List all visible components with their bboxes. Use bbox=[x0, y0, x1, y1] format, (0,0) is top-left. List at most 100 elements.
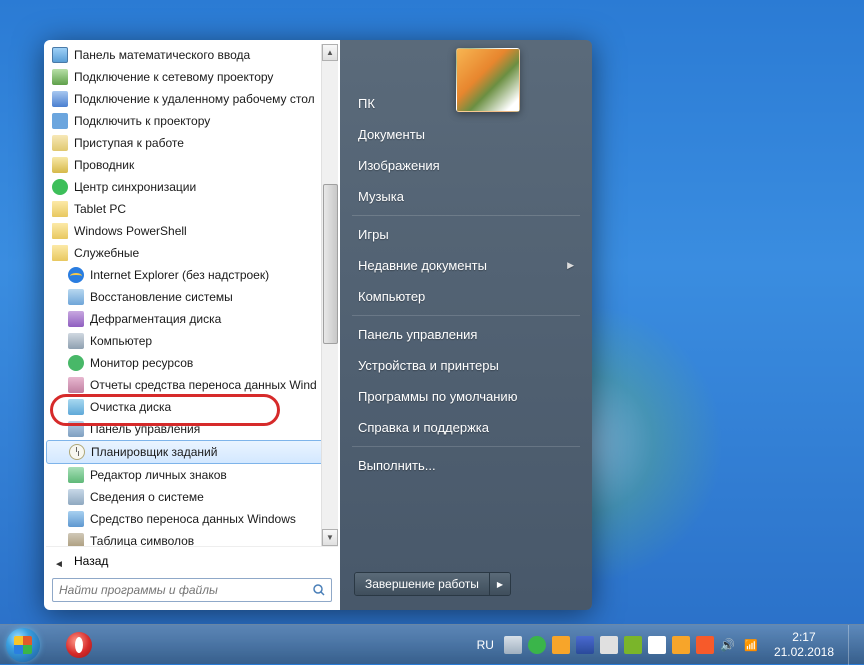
program-item[interactable]: Дефрагментация диска bbox=[46, 308, 338, 330]
regedit-icon bbox=[68, 467, 84, 483]
program-item[interactable]: Internet Explorer (без надстроек) bbox=[46, 264, 338, 286]
start-menu-left-pane: Панель математического вводаПодключение … bbox=[44, 40, 340, 610]
program-item[interactable]: Tablet PC bbox=[46, 198, 338, 220]
taskbar-clock[interactable]: 2:17 21.02.2018 bbox=[766, 630, 842, 660]
right-pane-item[interactable]: Программы по умолчанию bbox=[344, 381, 588, 412]
tray-green-icon[interactable] bbox=[528, 636, 546, 654]
proj-icon bbox=[52, 113, 68, 129]
tray-red-icon[interactable] bbox=[696, 636, 714, 654]
program-item-label: Tablet PC bbox=[74, 202, 126, 216]
action-center-icon[interactable] bbox=[648, 636, 666, 654]
program-item[interactable]: Сведения о системе bbox=[46, 486, 338, 508]
right-pane-item-label: Панель управления bbox=[358, 327, 477, 342]
start-icon bbox=[52, 135, 68, 151]
right-pane-item[interactable]: Панель управления bbox=[344, 319, 588, 350]
search-input[interactable] bbox=[52, 578, 332, 602]
programs-scrollbar[interactable]: ▲ ▼ bbox=[321, 44, 338, 546]
program-item[interactable]: Служебные bbox=[46, 242, 338, 264]
system-tray: RU 2:17 21.02.2018 bbox=[471, 625, 864, 664]
right-pane-item[interactable]: Справка и поддержка bbox=[344, 412, 588, 443]
shutdown-button[interactable]: Завершение работы bbox=[355, 573, 490, 595]
back-arrow-icon bbox=[54, 556, 64, 566]
start-menu-right-pane: ПКДокументыИзображенияМузыкаИгрыНедавние… bbox=[340, 40, 592, 610]
right-pane-item[interactable]: Игры bbox=[344, 219, 588, 250]
tray-orange-icon[interactable] bbox=[552, 636, 570, 654]
monitor-icon bbox=[68, 355, 84, 371]
program-item-label: Восстановление системы bbox=[90, 290, 233, 304]
taskbar-opera-button[interactable] bbox=[52, 628, 106, 662]
sched-icon bbox=[69, 444, 85, 460]
submenu-arrow-icon: ▶ bbox=[567, 260, 574, 271]
sync-icon bbox=[52, 179, 68, 195]
program-item[interactable]: Очистка диска bbox=[46, 396, 338, 418]
restore-icon bbox=[68, 289, 84, 305]
back-button[interactable]: Назад bbox=[46, 546, 338, 574]
shutdown-container: Завершение работы ▶ bbox=[344, 566, 588, 602]
program-item[interactable]: Таблица символов bbox=[46, 530, 338, 546]
right-pane-item[interactable]: Изображения bbox=[344, 150, 588, 181]
scroll-thumb[interactable] bbox=[323, 184, 338, 344]
tray-disk-icon[interactable] bbox=[576, 636, 594, 654]
right-pane-item-label: Выполнить... bbox=[358, 458, 436, 473]
clock-time: 2:17 bbox=[774, 630, 834, 645]
folder-icon bbox=[52, 245, 68, 261]
keyboard-icon[interactable] bbox=[504, 636, 522, 654]
program-item-label: Очистка диска bbox=[90, 400, 171, 414]
right-pane-item[interactable]: Выполнить... bbox=[344, 450, 588, 481]
tray-orange2-icon[interactable] bbox=[672, 636, 690, 654]
program-item[interactable]: Средство переноса данных Windows bbox=[46, 508, 338, 530]
scroll-down-button[interactable]: ▼ bbox=[322, 529, 338, 546]
program-item[interactable]: Редактор личных знаков bbox=[46, 464, 338, 486]
program-item[interactable]: Панель математического ввода bbox=[46, 44, 338, 66]
clock-date: 21.02.2018 bbox=[774, 645, 834, 660]
folder-icon bbox=[52, 201, 68, 217]
cleanup-icon bbox=[68, 399, 84, 415]
right-pane-item[interactable]: Документы bbox=[344, 119, 588, 150]
program-item-label: Панель управления bbox=[90, 422, 200, 436]
right-pane-item-label: Изображения bbox=[358, 158, 440, 173]
program-item-label: Дефрагментация диска bbox=[90, 312, 221, 326]
user-picture[interactable] bbox=[456, 48, 520, 112]
program-item[interactable]: Отчеты средства переноса данных Wind bbox=[46, 374, 338, 396]
right-pane-item[interactable]: Компьютер bbox=[344, 281, 588, 312]
right-pane-item[interactable]: Музыка bbox=[344, 181, 588, 212]
right-pane-item[interactable]: Недавние документы ▶ bbox=[344, 250, 588, 281]
program-item[interactable]: Монитор ресурсов bbox=[46, 352, 338, 374]
program-item[interactable]: Подключение к сетевому проектору bbox=[46, 66, 338, 88]
program-item-label: Приступая к работе bbox=[74, 136, 184, 150]
language-indicator[interactable]: RU bbox=[471, 638, 500, 652]
program-item-label: Отчеты средства переноса данных Wind bbox=[90, 378, 317, 392]
tray-security-icon[interactable] bbox=[600, 636, 618, 654]
menu-separator bbox=[352, 315, 580, 316]
program-item[interactable]: Приступая к работе bbox=[46, 132, 338, 154]
windows-orb-icon bbox=[6, 628, 40, 662]
program-item[interactable]: Центр синхронизации bbox=[46, 176, 338, 198]
tray-nvidia-icon[interactable] bbox=[624, 636, 642, 654]
program-item[interactable]: Планировщик заданий bbox=[46, 440, 338, 464]
program-item[interactable]: Восстановление системы bbox=[46, 286, 338, 308]
shutdown-options-arrow[interactable]: ▶ bbox=[490, 573, 510, 595]
migwiz-icon bbox=[68, 511, 84, 527]
computer-icon bbox=[68, 333, 84, 349]
program-item-label: Windows PowerShell bbox=[74, 224, 187, 238]
program-item[interactable]: Windows PowerShell bbox=[46, 220, 338, 242]
program-item-label: Планировщик заданий bbox=[91, 445, 217, 459]
shutdown-split-button[interactable]: Завершение работы ▶ bbox=[354, 572, 511, 596]
right-pane-item-label: Недавние документы bbox=[358, 258, 487, 273]
volume-icon[interactable] bbox=[720, 636, 738, 654]
taskbar: RU 2:17 21.02.2018 bbox=[0, 624, 864, 664]
start-button[interactable] bbox=[0, 625, 46, 665]
right-pane-item[interactable]: Устройства и принтеры bbox=[344, 350, 588, 381]
show-desktop-button[interactable] bbox=[848, 625, 858, 665]
scroll-up-button[interactable]: ▲ bbox=[322, 44, 338, 61]
network-icon[interactable] bbox=[744, 636, 762, 654]
program-item[interactable]: Компьютер bbox=[46, 330, 338, 352]
charmap-icon bbox=[68, 533, 84, 546]
program-item[interactable]: Подключить к проектору bbox=[46, 110, 338, 132]
program-item[interactable]: Панель управления bbox=[46, 418, 338, 440]
program-item[interactable]: Проводник bbox=[46, 154, 338, 176]
program-item-label: Подключить к проектору bbox=[74, 114, 210, 128]
program-item-label: Монитор ресурсов bbox=[90, 356, 193, 370]
ie-icon bbox=[68, 267, 84, 283]
program-item[interactable]: Подключение к удаленному рабочему стол bbox=[46, 88, 338, 110]
